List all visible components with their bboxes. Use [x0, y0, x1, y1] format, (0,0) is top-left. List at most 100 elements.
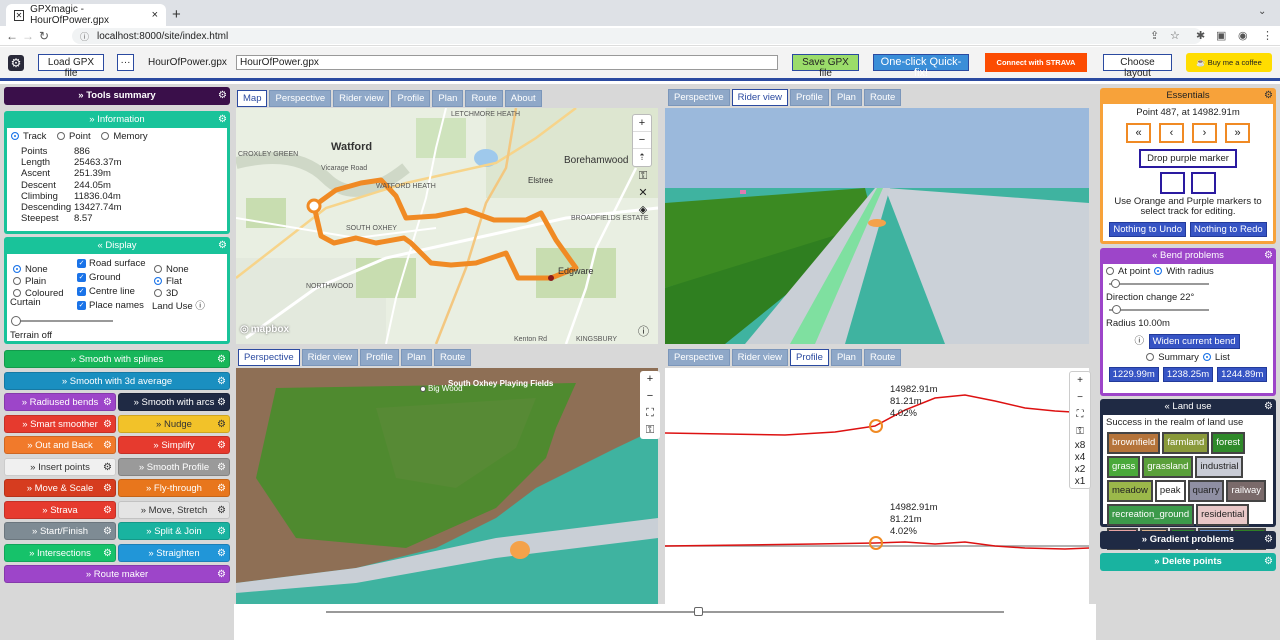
view-tab[interactable]: About — [504, 90, 542, 107]
address-bar[interactable]: ⓘ localhost:8000/site/index.html — [72, 28, 1202, 44]
back-icon[interactable]: ← — [4, 29, 20, 43]
tool-button[interactable]: » Smart smoother ⚙ — [4, 414, 116, 433]
tool-button[interactable]: » Smooth Profile ⚙ — [118, 457, 230, 476]
load-gpx-button[interactable]: Load GPX file — [38, 54, 104, 79]
gear-icon[interactable]: ⚙ — [1264, 399, 1273, 415]
close-tab-icon[interactable]: × — [152, 9, 158, 21]
gear-icon[interactable]: ⚙ — [103, 480, 112, 498]
view-tab[interactable]: Map — [237, 90, 268, 107]
road-surface-checkbox[interactable]: ✓ — [77, 258, 86, 268]
profile-canvas[interactable] — [665, 368, 1089, 604]
attribution-icon[interactable]: ⓘ — [638, 323, 649, 339]
view-tab[interactable]: Plan — [400, 349, 432, 366]
gear-icon[interactable]: ⚙ — [218, 111, 227, 128]
bend-list-item[interactable]: 1238.25m — [1162, 367, 1214, 382]
coffee-button[interactable]: ☕ Buy me a coffee — [1186, 53, 1272, 72]
gear-icon[interactable]: ⚙ — [217, 523, 226, 541]
marker-nav-button[interactable]: › — [1192, 123, 1217, 143]
gear-icon[interactable]: ⚙ — [217, 437, 226, 455]
view-tab[interactable]: Rider view — [333, 90, 390, 107]
gear-icon[interactable]: ⚙ — [103, 502, 112, 520]
new-tab-icon[interactable]: + — [172, 6, 181, 23]
reload-icon[interactable]: ↻ — [36, 29, 52, 43]
rider-canvas[interactable] — [665, 108, 1089, 344]
gear-icon[interactable]: ⚙ — [217, 545, 226, 563]
layers-icon[interactable]: ◈ — [636, 202, 650, 219]
view-tab[interactable]: Perspective — [238, 349, 300, 366]
zoom-in-icon[interactable]: + — [640, 371, 660, 388]
point-radio[interactable] — [57, 132, 66, 141]
tab-search-icon[interactable]: ⌄ — [1258, 6, 1266, 17]
direction-slider[interactable] — [1109, 279, 1209, 288]
tool-button[interactable]: » Split & Join ⚙ — [118, 522, 230, 540]
purple-marker-slot[interactable] — [1191, 172, 1216, 194]
save-gpx-button[interactable]: Save GPX file — [792, 54, 859, 79]
gear-icon[interactable]: ⚙ — [217, 394, 226, 412]
rider-view[interactable] — [665, 108, 1089, 344]
display-header[interactable]: « Display ⚙ — [4, 237, 230, 254]
view-tab[interactable]: Profile — [360, 349, 399, 366]
redo-button[interactable]: Nothing to Redo — [1190, 222, 1267, 237]
summary-radio[interactable] — [1146, 353, 1155, 362]
gear-icon[interactable]: ⚙ — [103, 545, 112, 563]
tool-button[interactable]: » Intersections ⚙ — [4, 543, 116, 563]
essentials-header[interactable]: Essentials ⚙ — [1100, 88, 1276, 104]
gear-icon[interactable]: ⚙ — [217, 502, 226, 520]
view-tab[interactable]: Plan — [830, 349, 862, 366]
settings-gear-icon[interactable]: ⚙ — [8, 55, 24, 71]
zoom-out-icon[interactable]: − — [640, 388, 660, 405]
tool-button[interactable]: » Radiused bends ⚙ — [4, 393, 116, 411]
bend-list-item[interactable]: 1244.89m — [1217, 367, 1268, 382]
curtain-none-radio[interactable] — [13, 265, 21, 274]
lock-icon[interactable]: ⚿ — [1070, 423, 1090, 440]
marker-nav-button[interactable]: « — [1126, 123, 1151, 143]
gear-icon[interactable]: ⚙ — [1264, 531, 1273, 549]
tool-button[interactable]: » Smooth with splines ⚙ — [4, 350, 230, 368]
orange-marker-slot[interactable] — [1160, 172, 1185, 194]
at-point-radio[interactable] — [1106, 267, 1114, 276]
forward-icon[interactable]: → — [20, 29, 36, 43]
memory-radio[interactable] — [101, 132, 110, 141]
gear-icon[interactable]: ⚙ — [1264, 553, 1273, 571]
with-radius-radio[interactable] — [1154, 267, 1163, 276]
gear-icon[interactable]: ⚙ — [103, 523, 112, 541]
gear-icon[interactable]: ⚙ — [1264, 248, 1273, 264]
fullscreen-icon[interactable]: ⛶ — [1070, 406, 1090, 423]
choose-layout-button[interactable]: Choose layout — [1103, 54, 1172, 79]
zoom-level-option[interactable]: x2 — [1070, 464, 1090, 476]
direction-slider-handle[interactable] — [1111, 279, 1120, 288]
tool-button[interactable]: » Smooth with 3d average ⚙ — [4, 371, 230, 390]
view-tab[interactable]: Profile — [790, 349, 829, 366]
bend-list-item[interactable]: 1229.99m — [1108, 367, 1159, 382]
tool-button[interactable]: » Strava ⚙ — [4, 500, 116, 520]
view-tab[interactable]: Perspective — [668, 349, 730, 366]
lock-icon[interactable]: ⚿ — [636, 168, 650, 185]
zoom-out-icon[interactable]: − — [633, 132, 651, 149]
tool-button[interactable]: » Route maker ⚙ — [4, 565, 230, 583]
tools-summary-button[interactable]: » Tools summary ⚙ — [4, 87, 230, 105]
view-tab[interactable]: Profile — [790, 89, 829, 106]
gradient-problems-button[interactable]: » Gradient problems ⚙ — [1100, 531, 1276, 549]
tool-button[interactable]: » Start/Finish ⚙ — [4, 522, 116, 540]
tool-button[interactable]: » Out and Back ⚙ — [4, 436, 116, 454]
land-flat-radio[interactable] — [154, 277, 162, 286]
terrain-slider-handle[interactable] — [11, 316, 21, 326]
extensions-icon[interactable]: ✱ — [1196, 29, 1205, 42]
zoom-in-icon[interactable]: + — [633, 115, 651, 132]
information-header[interactable]: » Information ⚙ — [4, 111, 230, 128]
track-radio[interactable] — [11, 132, 19, 141]
tool-button[interactable]: » Move & Scale ⚙ — [4, 479, 116, 497]
quick-fix-button[interactable]: One-click Quick-fix! — [873, 54, 969, 79]
view-tab[interactable]: Plan — [432, 90, 464, 107]
tool-button[interactable]: » Smooth with arcs ⚙ — [118, 393, 230, 411]
view-tab[interactable]: Route — [863, 89, 902, 106]
land-3d-radio[interactable] — [154, 289, 162, 298]
gear-icon[interactable]: ⚙ — [217, 480, 226, 498]
gear-icon[interactable]: ⚙ — [1264, 88, 1273, 104]
land-use-header[interactable]: « Land use ⚙ — [1100, 399, 1276, 415]
gear-icon[interactable]: ⚙ — [217, 351, 226, 369]
marker-nav-button[interactable]: ‹ — [1159, 123, 1184, 143]
tool-button[interactable]: » Straighten ⚙ — [118, 543, 230, 563]
widen-bend-button[interactable]: Widen current bend — [1148, 334, 1240, 349]
info-icon[interactable]: ⓘ — [80, 30, 89, 43]
